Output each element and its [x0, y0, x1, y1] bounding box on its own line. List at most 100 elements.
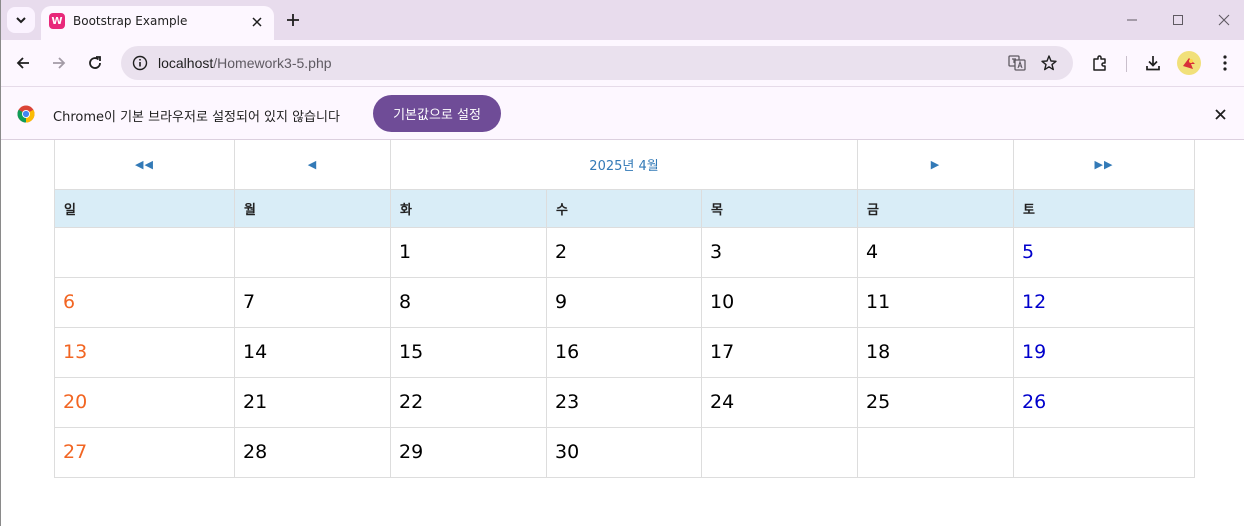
translate-button[interactable] [1005, 51, 1029, 75]
reload-icon [89, 56, 101, 69]
month-title-cell: 2025년 4월 [389, 140, 859, 190]
chrome-menu-button[interactable] [1211, 49, 1239, 77]
day-cell [234, 226, 391, 278]
prev-month-link[interactable]: ◀ [308, 158, 317, 171]
info-icon [132, 55, 148, 71]
site-info-button[interactable] [128, 51, 152, 75]
close-window-button[interactable] [1210, 6, 1238, 34]
next-year-cell: ▶▶ [1013, 140, 1196, 190]
tab-title: Bootstrap Example [73, 14, 188, 28]
chrome-logo-icon [17, 105, 35, 123]
browser-toolbar: localhost/Homework3-5.php [0, 40, 1244, 86]
bookmark-button[interactable] [1037, 51, 1061, 75]
reload-button[interactable] [81, 49, 109, 77]
forward-button[interactable] [45, 49, 73, 77]
day-cell [700, 426, 859, 478]
day-cell: 28 [234, 426, 391, 478]
new-tab-button[interactable] [281, 8, 305, 32]
url-host: localhost [158, 55, 214, 71]
day-cell: 12 [1013, 276, 1196, 328]
back-button[interactable] [9, 49, 37, 77]
download-icon [1146, 56, 1160, 71]
day-cell: 30 [546, 426, 702, 478]
downloads-button[interactable] [1139, 49, 1167, 77]
infobar-message: Chrome이 기본 브라우저로 설정되어 있지 않습니다 [53, 110, 340, 125]
day-cell: 11 [857, 276, 1015, 328]
prev-year-cell: ◀◀ [54, 140, 235, 190]
weekday-fri: 금 [857, 188, 1015, 228]
maximize-button[interactable] [1164, 6, 1192, 34]
day-cell: 4 [857, 226, 1015, 278]
close-icon [1218, 14, 1230, 26]
week-row: 6 7 8 9 10 11 12 [54, 276, 1196, 328]
translate-icon [1008, 55, 1026, 71]
star-icon [1041, 55, 1057, 71]
weekday-tue: 화 [390, 188, 547, 228]
week-row: 27 28 29 30 [54, 426, 1196, 478]
arrow-left-icon [16, 57, 29, 69]
day-cell [857, 426, 1015, 478]
day-cell: 10 [700, 276, 859, 328]
day-cell: 9 [546, 276, 702, 328]
day-cell: 20 [54, 376, 235, 428]
day-cell [54, 226, 235, 278]
week-row: 20 21 22 23 24 25 26 [54, 376, 1196, 428]
plus-icon [287, 14, 299, 26]
tab-search-button[interactable] [7, 7, 35, 33]
week-row: 1 2 3 4 5 [54, 226, 1196, 278]
next-month-cell: ▶ [857, 140, 1015, 190]
close-icon [1214, 108, 1226, 120]
prev-month-cell: ◀ [234, 140, 391, 190]
day-cell: 6 [54, 276, 235, 328]
infobar-close-button[interactable] [1209, 103, 1231, 125]
prev-year-link[interactable]: ◀◀ [135, 158, 154, 171]
calendar-table: ◀◀ ◀ 2025년 4월 ▶ ▶▶ 일 월 화 수 목 금 토 1 2 3 4… [54, 140, 1196, 478]
toolbar-separator [1126, 56, 1127, 72]
day-cell: 21 [234, 376, 391, 428]
day-cell: 17 [700, 326, 859, 378]
day-cell: 1 [390, 226, 547, 278]
day-cell: 26 [1013, 376, 1196, 428]
month-title: 2025년 4월 [589, 158, 659, 174]
day-cell: 25 [857, 376, 1015, 428]
tab-strip: W Bootstrap Example [0, 0, 1244, 40]
extensions-button[interactable] [1086, 49, 1114, 77]
day-cell: 29 [390, 426, 547, 478]
active-tab[interactable]: W Bootstrap Example [41, 6, 274, 40]
day-cell: 8 [390, 276, 547, 328]
day-cell: 7 [234, 276, 391, 328]
tab-close-button[interactable] [246, 11, 268, 33]
next-month-link[interactable]: ▶ [931, 158, 940, 171]
url-path: /Homework3-5.php [213, 55, 332, 71]
day-cell: 13 [54, 326, 235, 378]
day-cell [1013, 426, 1196, 478]
profile-icon [1183, 58, 1195, 69]
day-cell: 27 [54, 426, 235, 478]
week-row: 13 14 15 16 17 18 19 [54, 326, 1196, 378]
chevron-down-icon [16, 17, 26, 24]
set-default-button[interactable]: 기본값으로 설정 [373, 95, 501, 132]
day-cell: 15 [390, 326, 547, 378]
day-cell: 19 [1013, 326, 1196, 378]
day-cell: 23 [546, 376, 702, 428]
minimize-button[interactable] [1118, 6, 1146, 34]
url-text: localhost/Homework3-5.php [158, 55, 332, 71]
weekday-sun: 일 [54, 188, 235, 228]
maximize-icon [1173, 15, 1183, 25]
weekday-mon: 월 [234, 188, 391, 228]
next-year-link[interactable]: ▶▶ [1095, 158, 1114, 171]
xampp-favicon-icon: W [49, 13, 65, 29]
close-icon [252, 17, 262, 27]
weekday-wed: 수 [546, 188, 702, 228]
day-cell: 5 [1013, 226, 1196, 278]
day-cell: 3 [700, 226, 859, 278]
day-cell: 22 [390, 376, 547, 428]
more-vert-icon [1223, 55, 1227, 71]
profile-avatar[interactable] [1177, 51, 1201, 75]
arrow-right-icon [53, 57, 66, 69]
day-cell: 14 [234, 326, 391, 378]
address-bar[interactable]: localhost/Homework3-5.php [121, 46, 1073, 80]
day-cell: 2 [546, 226, 702, 278]
weekday-sat: 토 [1013, 188, 1196, 228]
weekday-header-row: 일 월 화 수 목 금 토 [54, 188, 1196, 228]
